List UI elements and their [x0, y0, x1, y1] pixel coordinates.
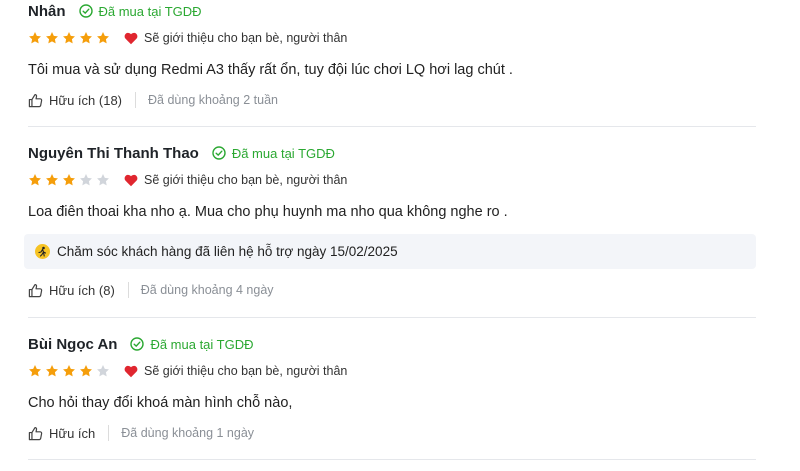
- reviewer-name: Nhân: [28, 2, 66, 20]
- reviewer-name: Bùi Ngọc An: [28, 335, 118, 353]
- star-icon: [97, 174, 109, 186]
- star-icon: [80, 32, 92, 44]
- check-circle-icon: [78, 4, 93, 18]
- verified-label: Đã mua tại TGDĐ: [231, 145, 335, 161]
- star-rating: [28, 364, 113, 378]
- helpful-label: Hữu ích: [49, 425, 96, 441]
- support-label: Chăm sóc khách hàng đã liên hệ hỗ trợ ng…: [57, 244, 398, 259]
- star-icon: [97, 365, 109, 377]
- recommend-label: Sẽ giới thiệu cho bạn bè, người thân: [144, 31, 348, 45]
- review-content: Loa điên thoai kha nho ạ. Mua cho phụ hu…: [28, 204, 508, 220]
- star-icon: [63, 174, 75, 186]
- star-icon: [63, 32, 75, 44]
- heart-icon: [124, 32, 138, 44]
- support-agent-icon: [35, 244, 50, 259]
- star-icon: [46, 32, 58, 44]
- heart-icon: [124, 174, 138, 186]
- divider: [108, 425, 110, 441]
- star-icon: [46, 174, 58, 186]
- star-icon: [29, 365, 41, 377]
- recommend-note: Sẽ giới thiệu cho bạn bè, người thân: [124, 364, 347, 378]
- thumbs-up-icon: [28, 283, 43, 297]
- usage-duration: Đã dùng khoảng 4 ngày: [140, 283, 274, 297]
- heart-icon: [124, 365, 138, 377]
- thumbs-up-icon: [28, 426, 43, 440]
- divider: [127, 282, 129, 298]
- support-notice: Chăm sóc khách hàng đã liên hệ hỗ trợ ng…: [24, 234, 756, 269]
- star-icon: [29, 32, 41, 44]
- helpful-button[interactable]: Hữu ích (8): [28, 283, 115, 298]
- helpful-button[interactable]: Hữu ích: [28, 426, 95, 441]
- reviewer-name: Nguyên Thi Thanh Thao: [28, 144, 199, 162]
- star-icon: [63, 365, 75, 377]
- recommend-note: Sẽ giới thiệu cho bạn bè, người thân: [124, 31, 347, 45]
- verified-label: Đã mua tại TGDĐ: [150, 336, 254, 352]
- helpful-button[interactable]: Hữu ích (18): [28, 93, 122, 108]
- star-icon: [80, 365, 92, 377]
- helpful-label: Hữu ích (18): [49, 92, 123, 108]
- usage-duration: Đã dùng khoảng 2 tuần: [148, 93, 278, 107]
- check-circle-icon: [212, 146, 226, 160]
- check-circle-icon: [130, 337, 145, 351]
- star-icon: [80, 174, 92, 186]
- review-content: Cho hỏi thay đổi khoá màn hình chỗ nào,: [28, 395, 293, 411]
- review-content: Tôi mua và sử dụng Redmi A3 thấy rất ổn,…: [28, 62, 513, 78]
- star-icon: [46, 365, 58, 377]
- verified-label: Đã mua tại TGDĐ: [98, 3, 202, 19]
- recommend-label: Sẽ giới thiệu cho bạn bè, người thân: [144, 364, 348, 378]
- verified-badge: Đã mua tại TGDĐ: [130, 336, 254, 352]
- star-icon: [97, 32, 109, 44]
- star-rating: [28, 31, 113, 45]
- verified-badge: Đã mua tại TGDĐ: [78, 3, 202, 19]
- review-divider: [28, 459, 756, 460]
- recommend-note: Sẽ giới thiệu cho bạn bè, người thân: [124, 173, 347, 187]
- star-rating: [28, 173, 113, 187]
- recommend-label: Sẽ giới thiệu cho bạn bè, người thân: [144, 173, 348, 187]
- review-divider: [28, 317, 756, 318]
- helpful-label: Hữu ích (8): [49, 282, 115, 298]
- verified-badge: Đã mua tại TGDĐ: [212, 146, 335, 161]
- star-icon: [29, 174, 41, 186]
- divider: [135, 92, 137, 108]
- thumbs-up-icon: [28, 93, 43, 107]
- review-divider: [28, 126, 756, 127]
- usage-duration: Đã dùng khoảng 1 ngày: [121, 426, 255, 440]
- review-list: Nhân Đã mua tại TGDĐ Sẽ giới thiệu cho b…: [0, 0, 800, 471]
